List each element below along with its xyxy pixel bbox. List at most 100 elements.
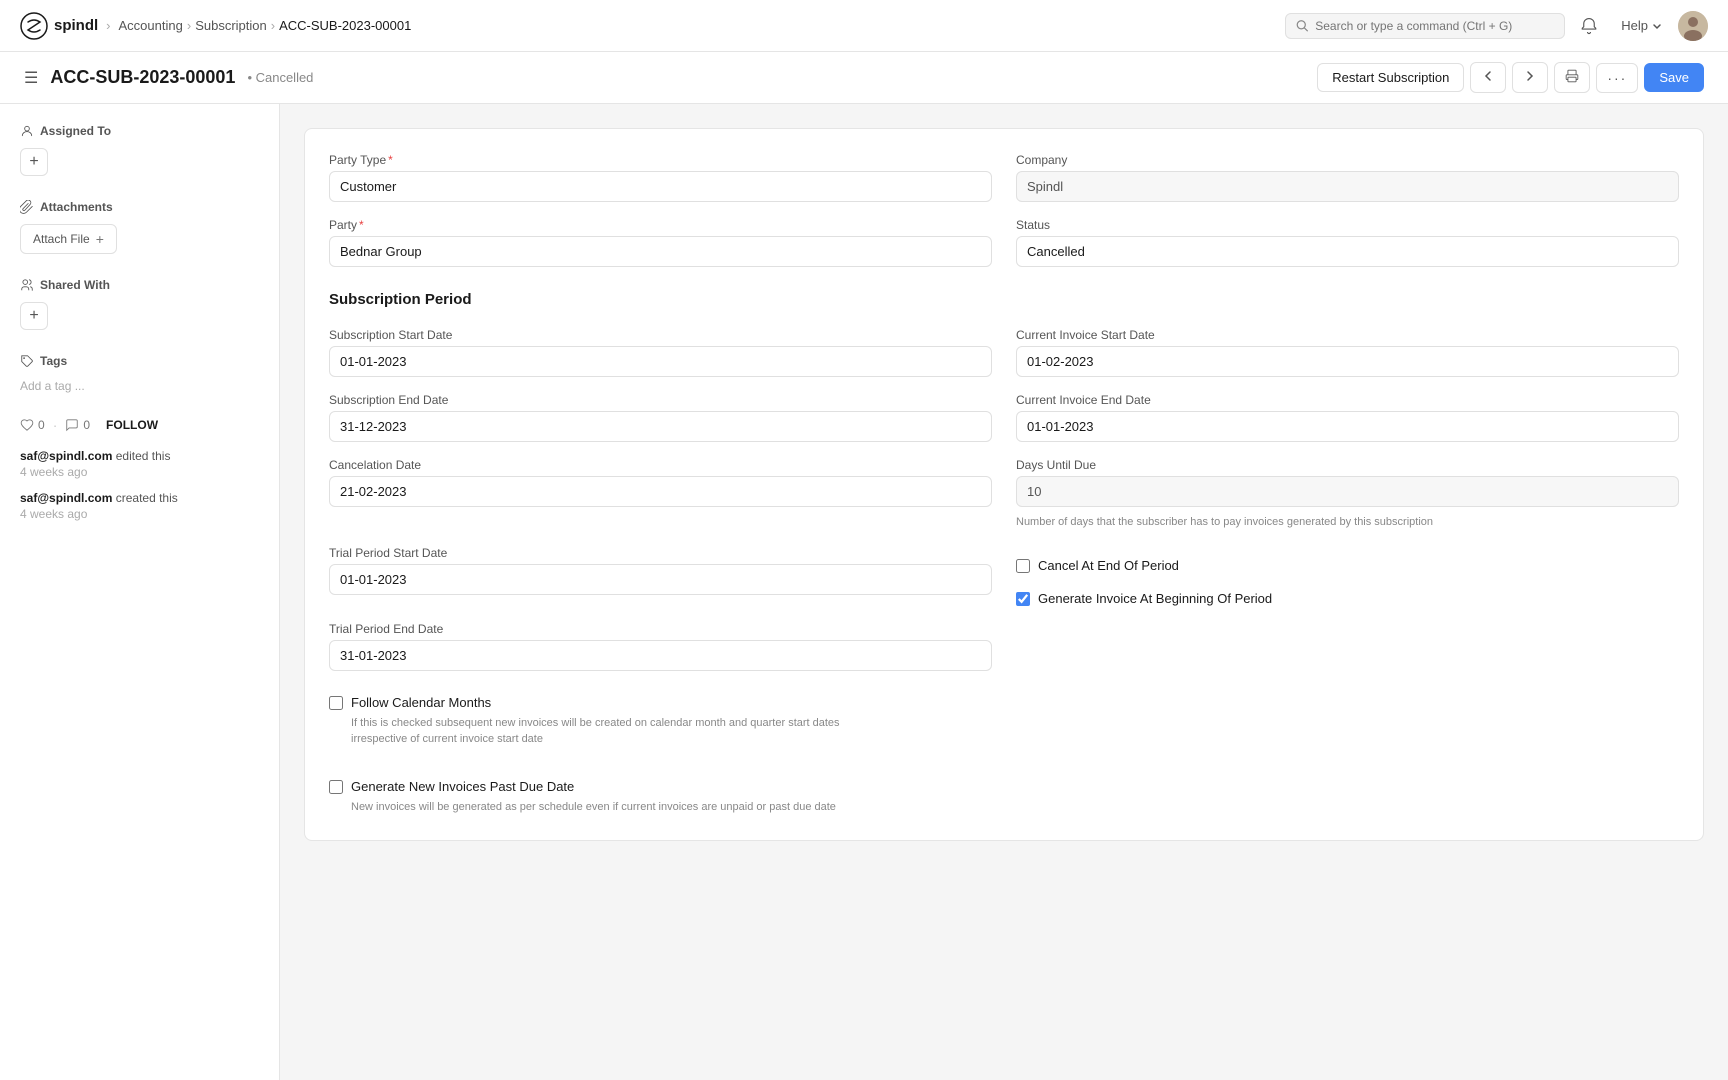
print-button[interactable]	[1554, 62, 1590, 93]
comment-icon	[65, 418, 79, 432]
generate-invoice-checkbox[interactable]	[1016, 592, 1030, 606]
paperclip-icon	[20, 200, 34, 214]
follow-calendar-hint: If this is checked subsequent new invoic…	[351, 716, 851, 747]
add-tag-input[interactable]: Add a tag ...	[20, 379, 85, 393]
generate-new-invoices-label[interactable]: Generate New Invoices Past Due Date	[351, 779, 574, 794]
chevron-left-icon	[1481, 69, 1495, 83]
party-section: Party Type* Company Party* Status	[329, 153, 1679, 267]
breadcrumb-current[interactable]: ACC-SUB-2023-00001	[279, 18, 411, 33]
company-field: Company	[1016, 153, 1679, 202]
right-checkboxes: Cancel At End Of Period Generate Invoice…	[1016, 546, 1679, 606]
main-layout: Assigned To + Attachments Attach File +	[0, 104, 1728, 1080]
status-field: Status	[1016, 218, 1679, 267]
cancellation-date-field: Cancelation Date	[329, 458, 992, 530]
party-input[interactable]	[329, 236, 992, 267]
company-input[interactable]	[1016, 171, 1679, 202]
cancel-at-end-checkbox[interactable]	[1016, 559, 1030, 573]
more-dots-icon: ···	[1607, 70, 1627, 86]
company-label: Company	[1016, 153, 1679, 167]
restart-subscription-button[interactable]: Restart Subscription	[1317, 63, 1464, 92]
print-icon	[1565, 69, 1579, 83]
current-invoice-end-label: Current Invoice End Date	[1016, 393, 1679, 407]
top-navigation: spindl › Accounting › Subscription › ACC…	[0, 0, 1728, 52]
trial-start-field: Trial Period Start Date	[329, 546, 992, 606]
generate-new-invoices-checkbox[interactable]	[329, 780, 343, 794]
more-options-button[interactable]: ···	[1596, 63, 1638, 93]
chevron-down-icon	[1652, 21, 1662, 31]
party-field: Party*	[329, 218, 992, 267]
breadcrumb-accounting[interactable]: Accounting	[119, 18, 183, 33]
attachments-label: Attachments	[20, 200, 259, 214]
cancel-at-end-label[interactable]: Cancel At End Of Period	[1038, 558, 1179, 573]
trial-end-field: Trial Period End Date	[329, 622, 992, 671]
logo-text: spindl	[54, 17, 98, 34]
user-avatar[interactable]	[1678, 11, 1708, 41]
generate-invoice-row: Generate Invoice At Beginning Of Period	[1016, 591, 1679, 606]
cancellation-date-label: Cancelation Date	[329, 458, 992, 472]
cancellation-date-input[interactable]	[329, 476, 992, 507]
current-invoice-end-input[interactable]	[1016, 411, 1679, 442]
chevron-right-icon	[1523, 69, 1537, 83]
days-until-due-label: Days Until Due	[1016, 458, 1679, 472]
trial-start-input[interactable]	[329, 564, 992, 595]
comment-button[interactable]: 0	[65, 418, 90, 432]
generate-invoice-label[interactable]: Generate Invoice At Beginning Of Period	[1038, 591, 1272, 606]
right-empty	[1016, 622, 1679, 671]
help-button[interactable]: Help	[1613, 14, 1670, 37]
save-button[interactable]: Save	[1644, 63, 1704, 92]
tags-label: Tags	[20, 354, 259, 368]
attachments-section: Attachments Attach File +	[20, 200, 259, 254]
breadcrumb-sep-1: ›	[106, 18, 110, 33]
add-shared-with-button[interactable]: +	[20, 302, 48, 330]
status-badge: • Cancelled	[247, 70, 313, 85]
current-invoice-start-input[interactable]	[1016, 346, 1679, 377]
assigned-to-label: Assigned To	[20, 124, 259, 138]
days-until-due-input[interactable]	[1016, 476, 1679, 507]
tags-section: Tags Add a tag ...	[20, 354, 259, 393]
sub-start-date-input[interactable]	[329, 346, 992, 377]
sidebar: Assigned To + Attachments Attach File +	[0, 104, 280, 1080]
sidebar-toggle-icon[interactable]: ☰	[24, 68, 38, 88]
follow-button[interactable]: FOLLOW	[106, 418, 158, 432]
trial-end-label: Trial Period End Date	[329, 622, 992, 636]
next-record-button[interactable]	[1512, 62, 1548, 93]
activity-item: saf@spindl.com created this 4 weeks ago	[20, 491, 259, 521]
shared-with-label: Shared With	[20, 278, 259, 292]
party-label: Party*	[329, 218, 992, 232]
cancel-at-end-row: Cancel At End Of Period	[1016, 558, 1679, 573]
activity-log: saf@spindl.com edited this 4 weeks ago s…	[20, 449, 259, 521]
generate-new-invoices-hint: New invoices will be generated as per sc…	[351, 800, 851, 815]
prev-record-button[interactable]	[1470, 62, 1506, 93]
activity-actions: 0 · 0 FOLLOW	[20, 417, 259, 433]
tag-icon	[20, 354, 34, 368]
search-input[interactable]	[1315, 19, 1554, 33]
follow-calendar-section: Follow Calendar Months If this is checke…	[329, 687, 1679, 747]
activity-section: 0 · 0 FOLLOW saf@spindl.com edited this …	[20, 417, 259, 521]
search-bar[interactable]	[1285, 13, 1565, 39]
follow-calendar-checkbox[interactable]	[329, 696, 343, 710]
like-button[interactable]: 0	[20, 418, 45, 432]
subscription-period-title: Subscription Period	[329, 291, 1679, 308]
notification-button[interactable]	[1573, 10, 1605, 42]
attach-file-button[interactable]: Attach File +	[20, 224, 117, 254]
breadcrumb: Accounting › Subscription › ACC-SUB-2023…	[119, 18, 412, 33]
shared-with-section: Shared With +	[20, 278, 259, 330]
plus-icon: +	[96, 231, 104, 247]
party-type-field: Party Type*	[329, 153, 992, 202]
app-logo[interactable]: spindl	[20, 12, 98, 40]
days-until-due-field: Days Until Due Number of days that the s…	[1016, 458, 1679, 530]
party-type-input[interactable]	[329, 171, 992, 202]
sub-end-date-label: Subscription End Date	[329, 393, 992, 407]
bell-icon	[1580, 17, 1598, 35]
sub-end-date-input[interactable]	[329, 411, 992, 442]
add-assigned-to-button[interactable]: +	[20, 148, 48, 176]
assigned-to-section: Assigned To +	[20, 124, 259, 176]
follow-calendar-label[interactable]: Follow Calendar Months	[351, 695, 491, 710]
page-title: ACC-SUB-2023-00001	[50, 67, 235, 88]
form-card: Party Type* Company Party* Status	[304, 128, 1704, 841]
breadcrumb-subscription[interactable]: Subscription	[195, 18, 267, 33]
sub-end-date-field: Subscription End Date	[329, 393, 992, 442]
status-input[interactable]	[1016, 236, 1679, 267]
generate-new-invoices-section: Generate New Invoices Past Due Date New …	[329, 771, 1679, 815]
trial-end-input[interactable]	[329, 640, 992, 671]
